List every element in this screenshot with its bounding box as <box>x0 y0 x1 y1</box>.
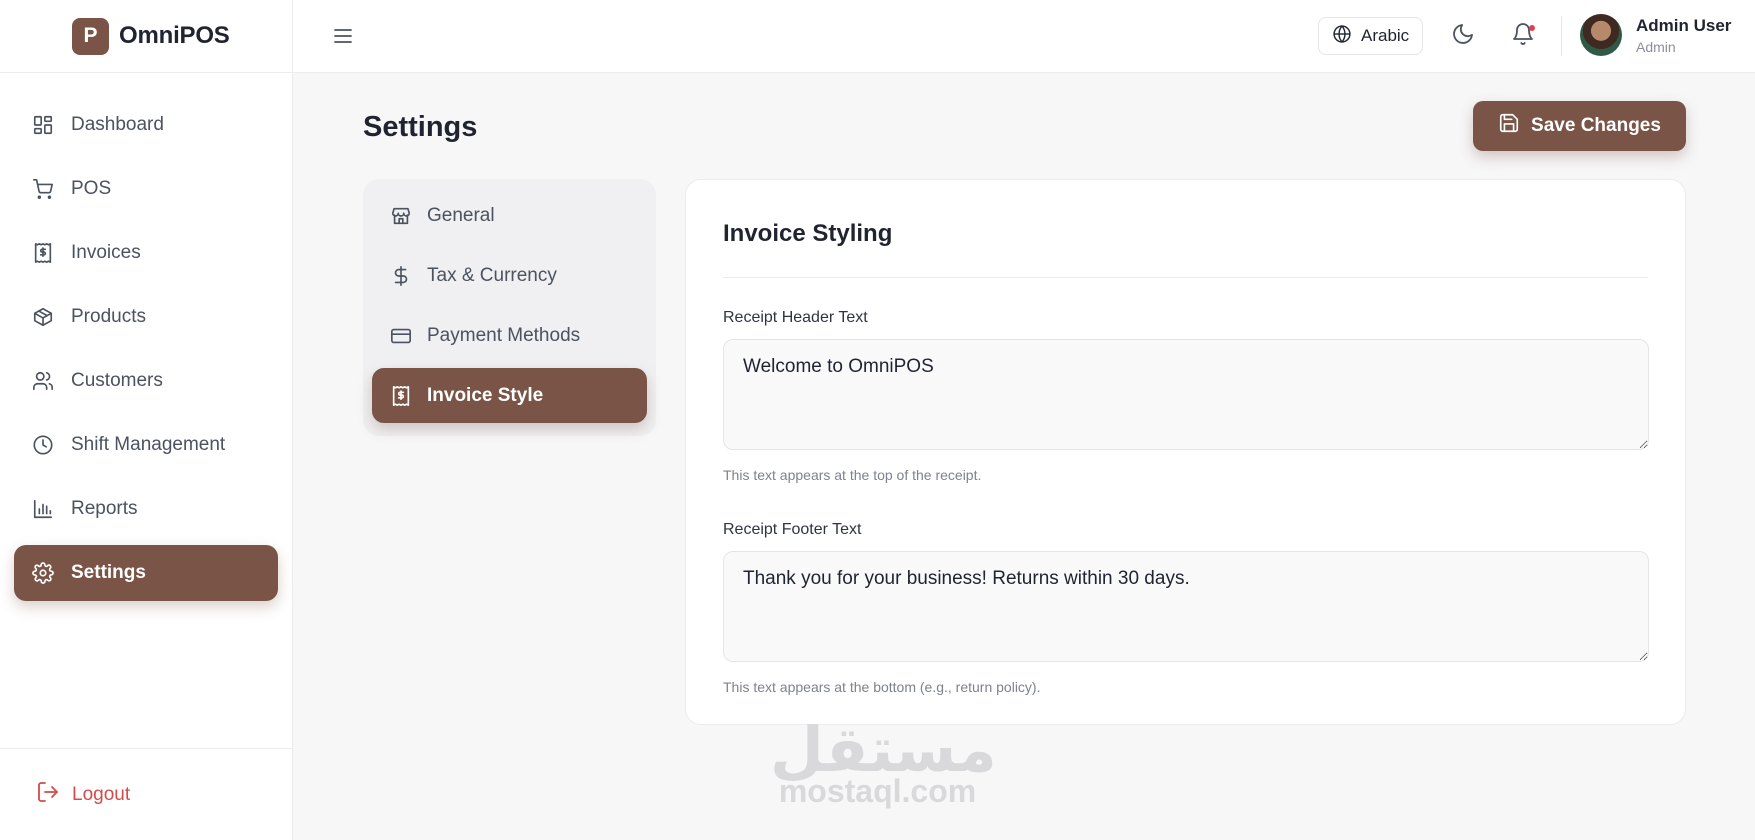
brand-logo: P <box>72 17 109 55</box>
save-changes-label: Save Changes <box>1531 115 1661 136</box>
sidebar: P OmniPOS Dashboard POS Invoices Product… <box>0 0 293 840</box>
receipt-footer-hint: This text appears at the bottom (e.g., r… <box>723 679 1041 695</box>
bar-chart-icon <box>31 497 55 521</box>
logout-label: Logout <box>72 783 131 805</box>
gear-icon <box>31 561 55 585</box>
sidebar-item-label: Shift Management <box>71 434 226 455</box>
save-changes-button[interactable]: Save Changes <box>1473 101 1686 151</box>
store-icon <box>389 204 413 228</box>
sidebar-item-label: Settings <box>71 562 146 583</box>
dollar-icon <box>389 264 413 288</box>
settings-tab-general[interactable]: General <box>372 188 647 243</box>
language-button[interactable]: Arabic <box>1318 17 1424 55</box>
sidebar-item-shift-management[interactable]: Shift Management <box>14 417 278 473</box>
page-title: Settings <box>363 111 478 143</box>
receipt-icon <box>389 384 413 408</box>
sidebar-item-label: Reports <box>71 498 138 519</box>
globe-icon <box>1332 24 1352 49</box>
sidebar-item-dashboard[interactable]: Dashboard <box>14 97 278 153</box>
credit-card-icon <box>389 324 413 348</box>
sidebar-nav: Dashboard POS Invoices Products Customer… <box>0 73 292 601</box>
user-role: Admin <box>1636 38 1676 55</box>
settings-tab-tax-currency[interactable]: Tax & Currency <box>372 248 647 303</box>
brand-name: OmniPOS <box>119 22 230 49</box>
save-icon <box>1498 112 1520 140</box>
logout-section: Logout <box>0 748 292 840</box>
receipt-footer-label: Receipt Footer Text <box>723 521 862 538</box>
user-menu[interactable]: Admin User Admin <box>1580 14 1731 56</box>
sidebar-item-label: POS <box>71 178 112 199</box>
logout-button[interactable]: Logout <box>36 780 130 810</box>
receipt-icon <box>31 241 55 265</box>
settings-tab-invoice-style[interactable]: Invoice Style <box>372 368 647 423</box>
settings-tab-label: Payment Methods <box>427 324 581 346</box>
sidebar-item-label: Products <box>71 306 146 327</box>
sidebar-item-label: Customers <box>71 370 163 391</box>
users-icon <box>31 369 55 393</box>
sidebar-item-label: Dashboard <box>71 114 164 135</box>
user-name: Admin User <box>1636 15 1732 35</box>
receipt-footer-input[interactable]: Thank you for your business! Returns wit… <box>723 551 1649 662</box>
sidebar-item-reports[interactable]: Reports <box>14 481 278 537</box>
settings-tab-label: General <box>427 204 495 226</box>
box-icon <box>31 305 55 329</box>
watermark: مستقل mostaql.com <box>770 718 997 809</box>
receipt-header-hint: This text appears at the top of the rece… <box>723 467 982 483</box>
user-info: Admin User Admin <box>1636 16 1731 55</box>
watermark-latin: mostaql.com <box>778 773 977 809</box>
dashboard-icon <box>31 113 55 137</box>
logout-icon <box>36 780 60 810</box>
menu-icon[interactable] <box>331 24 355 48</box>
moon-icon[interactable] <box>1451 22 1477 48</box>
sidebar-item-settings[interactable]: Settings <box>14 545 278 601</box>
settings-tab-payment-methods[interactable]: Payment Methods <box>372 308 647 363</box>
language-label: Arabic <box>1361 26 1410 45</box>
sidebar-item-invoices[interactable]: Invoices <box>14 225 278 281</box>
card-title: Invoice Styling <box>723 220 1648 278</box>
topbar-divider <box>1561 16 1562 56</box>
sidebar-item-products[interactable]: Products <box>14 289 278 345</box>
clock-icon <box>31 433 55 457</box>
settings-nav: General Tax & Currency Payment Methods I… <box>363 179 656 436</box>
avatar <box>1580 14 1622 56</box>
brand[interactable]: P OmniPOS <box>0 0 292 73</box>
settings-tab-label: Invoice Style <box>427 384 544 406</box>
notification-dot <box>1529 25 1535 31</box>
bell-icon[interactable] <box>1511 22 1537 48</box>
cart-icon <box>31 177 55 201</box>
receipt-header-label: Receipt Header Text <box>723 309 868 326</box>
sidebar-item-label: Invoices <box>71 242 141 263</box>
topbar: Arabic Admin User Admin <box>293 0 1755 73</box>
receipt-header-input[interactable]: Welcome to OmniPOS <box>723 339 1649 450</box>
invoice-styling-card: Invoice Styling Receipt Header Text Welc… <box>685 179 1686 725</box>
settings-tab-label: Tax & Currency <box>427 264 557 286</box>
sidebar-item-pos[interactable]: POS <box>14 161 278 217</box>
sidebar-item-customers[interactable]: Customers <box>14 353 278 409</box>
